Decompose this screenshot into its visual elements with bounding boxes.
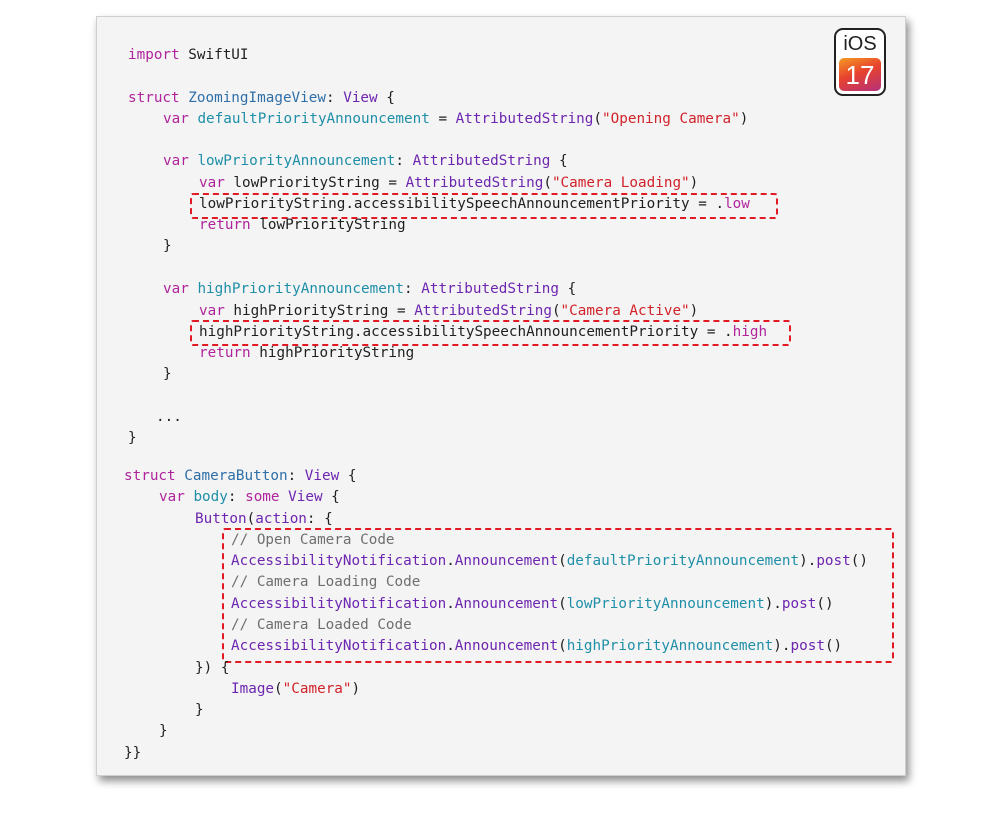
- code-line: ...: [156, 409, 182, 425]
- code-line: }: [163, 366, 172, 382]
- code-comment: // Camera Loaded Code: [231, 617, 412, 633]
- ios-version-number: 17: [839, 58, 881, 91]
- code-comment: // Open Camera Code: [231, 532, 395, 548]
- code-line: AccessibilityNotification.Announcement(h…: [231, 638, 843, 654]
- code-line: import SwiftUI: [128, 47, 249, 63]
- code-line: AccessibilityNotification.Announcement(d…: [231, 553, 868, 569]
- code-line: }: [159, 723, 168, 739]
- code-line: var defaultPriorityAnnouncement = Attrib…: [163, 111, 749, 127]
- code-line: return highPriorityString: [199, 345, 415, 361]
- code-line: struct ZoomingImageView: View {: [128, 90, 395, 106]
- code-line: var lowPriorityAnnouncement: AttributedS…: [163, 153, 568, 169]
- code-line: return lowPriorityString: [199, 217, 406, 233]
- code-line: AccessibilityNotification.Announcement(l…: [231, 596, 834, 612]
- code-line: var highPriorityAnnouncement: Attributed…: [163, 281, 577, 297]
- code-comment: // Camera Loading Code: [231, 574, 421, 590]
- code-line: lowPriorityString.accessibilitySpeechAnn…: [199, 196, 750, 212]
- ios-17-badge: iOS 17: [834, 28, 886, 96]
- code-line: }: [195, 702, 204, 718]
- code-line: var body: some View {: [159, 489, 340, 505]
- code-line: }: [128, 430, 137, 446]
- code-line: }) {: [195, 660, 230, 676]
- code-line: Button(action: {: [195, 511, 333, 527]
- ios-label: iOS: [843, 33, 877, 55]
- code-line: }}: [124, 745, 142, 761]
- code-line: highPriorityString.accessibilitySpeechAn…: [199, 324, 768, 340]
- code-line: var highPriorityString = AttributedStrin…: [199, 303, 699, 319]
- code-line: }: [163, 238, 172, 254]
- code-line: Image("Camera"): [231, 681, 361, 697]
- code-line: struct CameraButton: View {: [124, 468, 357, 484]
- code-line: var lowPriorityString = AttributedString…: [199, 175, 699, 191]
